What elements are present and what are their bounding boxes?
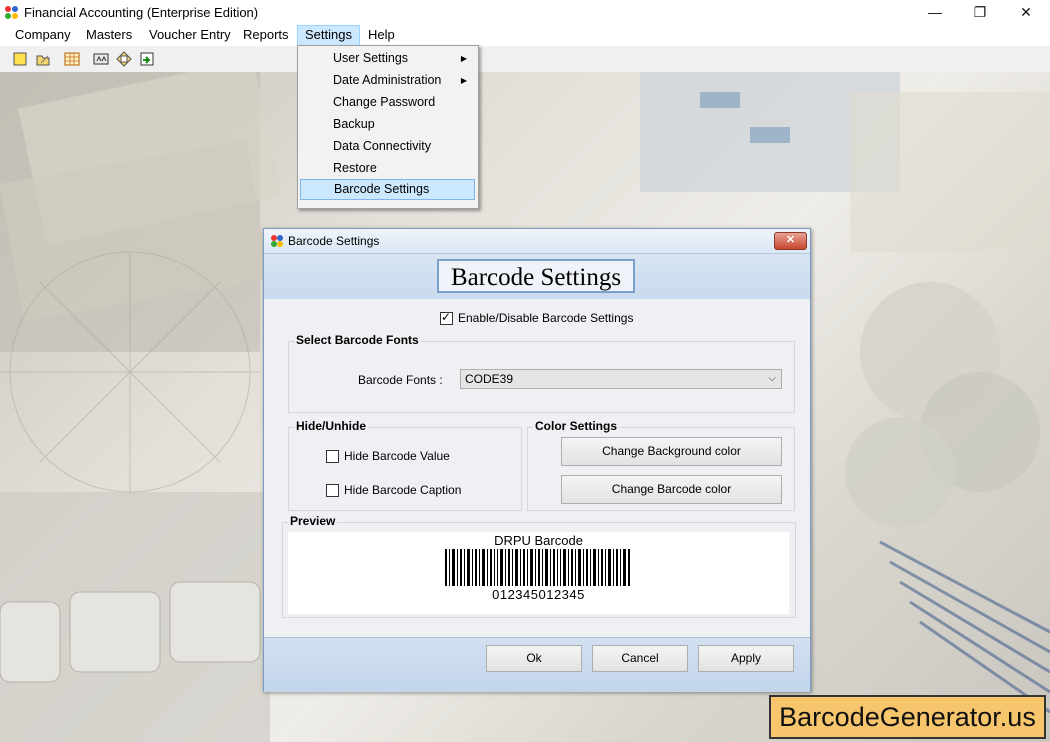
menu-item-date-administration[interactable]: Date Administration ▶ <box>300 70 475 91</box>
change-barcode-color-button[interactable]: Change Barcode color <box>561 475 782 504</box>
cancel-button[interactable]: Cancel <box>592 645 688 672</box>
barcode-preview: DRPU Barcode 012345012345 <box>288 532 789 614</box>
menu-item-label: Data Connectivity <box>333 139 431 153</box>
dialog-app-icon <box>271 235 283 247</box>
minimize-button[interactable]: — <box>912 0 958 25</box>
ok-button[interactable]: Ok <box>486 645 582 672</box>
menu-settings[interactable]: Settings <box>297 25 360 46</box>
menu-help-label: Help <box>368 27 395 42</box>
barcode-fonts-value: CODE39 <box>465 372 514 386</box>
color-settings-group-title: Color Settings <box>533 419 620 433</box>
submenu-arrow-icon: ▶ <box>460 76 467 85</box>
menu-item-data-connectivity[interactable]: Data Connectivity <box>300 136 475 157</box>
new-icon[interactable] <box>12 51 28 67</box>
ledger-icon[interactable] <box>116 51 132 67</box>
hide-barcode-value-checkbox[interactable] <box>326 450 339 463</box>
watermark-banner: BarcodeGenerator.us <box>769 695 1046 739</box>
scale-icon[interactable] <box>93 51 109 67</box>
dialog-close-button[interactable]: ✕ <box>774 232 807 250</box>
menu-voucher-entry-label: Voucher Entry <box>149 27 231 42</box>
barcode-caption: DRPU Barcode <box>494 533 583 548</box>
menu-item-change-password[interactable]: Change Password <box>300 92 475 113</box>
fonts-group-title: Select Barcode Fonts <box>294 333 421 347</box>
chevron-down-icon: ⌵ <box>768 373 776 384</box>
menu-company[interactable]: Company <box>8 25 78 46</box>
menu-masters[interactable]: Masters <box>79 25 139 46</box>
open-icon[interactable] <box>35 51 51 67</box>
dialog-titlebar: Barcode Settings ✕ <box>264 229 810 254</box>
menu-masters-label: Masters <box>86 27 133 42</box>
submenu-arrow-icon: ▶ <box>460 54 467 63</box>
menu-settings-label: Settings <box>305 27 352 42</box>
menu-item-label: Restore <box>333 161 377 175</box>
barcode-settings-dialog: Barcode Settings ✕ Barcode Settings Enab… <box>263 228 811 692</box>
menu-item-label: Barcode Settings <box>334 182 430 196</box>
menu-reports-label: Reports <box>243 27 289 42</box>
close-button[interactable]: ✕ <box>1003 0 1049 25</box>
toolbar <box>0 46 1050 73</box>
menu-bar: Company Masters Voucher Entry Reports Se… <box>0 25 1050 46</box>
menu-item-label: Backup <box>333 117 375 131</box>
settings-menu-dropdown: User Settings ▶ Date Administration ▶ Ch… <box>297 45 479 209</box>
hide-unhide-group-title: Hide/Unhide <box>294 419 369 433</box>
hide-barcode-caption-checkbox[interactable] <box>326 484 339 497</box>
apply-button[interactable]: Apply <box>698 645 794 672</box>
menu-item-user-settings[interactable]: User Settings ▶ <box>300 48 475 69</box>
hide-barcode-value-label: Hide Barcode Value <box>344 449 450 463</box>
enable-barcode-label: Enable/Disable Barcode Settings <box>458 311 634 325</box>
menu-reports[interactable]: Reports <box>236 25 296 46</box>
menu-voucher-entry[interactable]: Voucher Entry <box>142 25 238 46</box>
menu-item-label: User Settings <box>333 51 409 65</box>
barcode-image <box>445 549 630 586</box>
window-title: Financial Accounting (Enterprise Edition… <box>24 5 259 20</box>
barcode-fonts-select[interactable]: CODE39 ⌵ <box>460 369 782 389</box>
menu-help[interactable]: Help <box>361 25 402 46</box>
barcode-fonts-label: Barcode Fonts : <box>358 373 443 387</box>
change-background-color-button[interactable]: Change Background color <box>561 437 782 466</box>
maximize-button[interactable]: ❐ <box>957 0 1003 25</box>
menu-item-label: Change Password <box>333 95 436 109</box>
hide-barcode-caption-label: Hide Barcode Caption <box>344 483 462 497</box>
dialog-heading: Barcode Settings <box>437 259 635 293</box>
menu-item-barcode-settings[interactable]: Barcode Settings <box>300 179 475 200</box>
enable-barcode-checkbox[interactable] <box>440 310 453 325</box>
menu-item-restore[interactable]: Restore <box>300 158 475 179</box>
app-icon <box>5 6 18 19</box>
hide-unhide-group <box>288 427 522 511</box>
table-icon[interactable] <box>64 51 80 67</box>
preview-group-title: Preview <box>288 514 338 528</box>
dialog-title: Barcode Settings <box>288 234 380 248</box>
window-titlebar: Financial Accounting (Enterprise Edition… <box>0 0 1050 25</box>
menu-item-label: Date Administration <box>333 73 442 87</box>
menu-item-backup[interactable]: Backup <box>300 114 475 135</box>
barcode-value: 012345012345 <box>492 587 585 602</box>
export-icon[interactable] <box>139 51 155 67</box>
menu-company-label: Company <box>15 27 71 42</box>
